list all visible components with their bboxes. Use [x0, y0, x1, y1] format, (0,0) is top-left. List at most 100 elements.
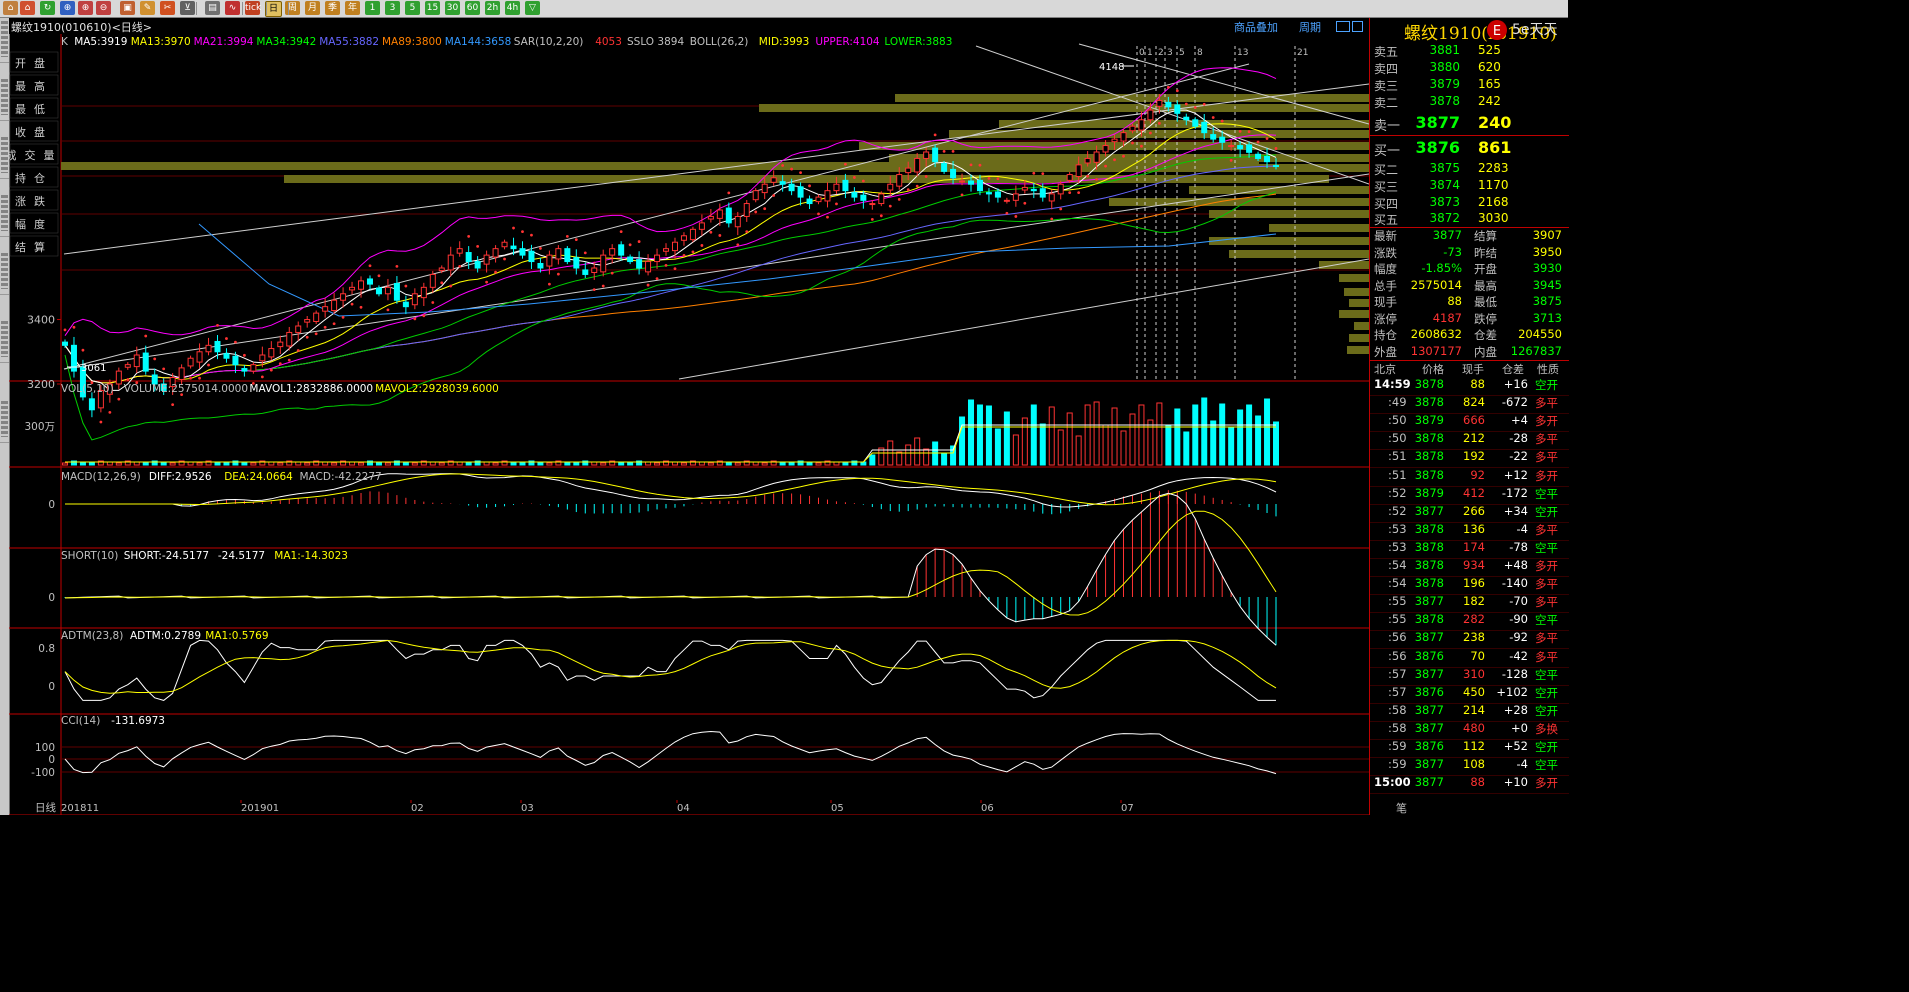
min30-icon[interactable]: 30 [445, 1, 460, 15]
candle-body[interactable] [950, 168, 957, 179]
filter-icon[interactable]: ⊻ [180, 1, 195, 15]
window-icon[interactable]: ▣ [120, 1, 135, 15]
candle-body[interactable] [555, 248, 562, 260]
candle-body[interactable] [1120, 132, 1127, 142]
left-tab-6[interactable] [0, 318, 9, 363]
volume-bar[interactable] [169, 462, 176, 466]
candle-body[interactable] [546, 254, 553, 267]
ask-row[interactable]: 卖三 3879 165 [1370, 77, 1569, 93]
year-icon[interactable]: 年 [345, 1, 360, 15]
volume-bar[interactable] [1264, 398, 1271, 466]
candle-body[interactable] [456, 248, 463, 254]
tick-row[interactable]: :59 3877 108 -4 空平 [1370, 757, 1569, 777]
candle-body[interactable] [707, 215, 714, 220]
volume-bar[interactable] [1246, 404, 1253, 466]
home-icon[interactable]: ⌂ [3, 1, 18, 15]
candle-body[interactable] [205, 344, 212, 353]
volume-bar[interactable] [761, 462, 768, 466]
volume-bar[interactable] [1093, 401, 1100, 466]
candle-body[interactable] [914, 157, 921, 173]
period-button[interactable]: 周期 [1299, 19, 1321, 35]
candle-body[interactable] [1183, 116, 1190, 121]
chart-icon[interactable]: ∿ [225, 1, 240, 15]
candle-body[interactable] [1138, 119, 1145, 131]
tick-row[interactable]: :57 3876 450 +102 空开 [1370, 685, 1569, 704]
tick-row[interactable]: :56 3876 70 -42 多平 [1370, 649, 1569, 668]
volume-bar[interactable] [573, 462, 580, 466]
volume-bar[interactable] [331, 462, 338, 466]
bid-row[interactable]: 买五 3872 3030 [1370, 211, 1569, 227]
ask-row[interactable]: 卖四 3880 620 [1370, 60, 1569, 76]
volume-bar[interactable] [1075, 435, 1082, 466]
bid-row[interactable]: 买二 3875 2283 [1370, 161, 1569, 177]
candle-body[interactable] [663, 248, 670, 252]
volume-bar[interactable] [1192, 404, 1199, 466]
candle-body[interactable] [869, 203, 876, 206]
candle-body[interactable] [976, 179, 983, 192]
candle-body[interactable] [923, 151, 930, 159]
volume-bar[interactable] [1084, 404, 1091, 466]
tool-icon[interactable]: ✂ [160, 1, 175, 15]
volume-bar[interactable] [465, 462, 472, 466]
candle-body[interactable] [214, 340, 221, 353]
candle-body[interactable] [537, 262, 544, 269]
candle-body[interactable] [573, 257, 580, 269]
volume-bar[interactable] [196, 462, 203, 466]
candle-body[interactable] [1111, 138, 1118, 143]
candle-body[interactable] [887, 183, 894, 191]
candle-body[interactable] [447, 254, 454, 271]
candle-body[interactable] [196, 351, 203, 363]
volume-bar[interactable] [1120, 430, 1127, 466]
volume-bar[interactable] [384, 462, 391, 466]
candle-body[interactable] [124, 364, 131, 368]
candle-body[interactable] [501, 241, 508, 248]
volume-bar[interactable] [1228, 426, 1235, 466]
back-icon[interactable]: ⌂ [20, 1, 35, 15]
tick-row[interactable]: :56 3877 238 -92 多平 [1370, 630, 1569, 650]
candle-body[interactable] [1228, 145, 1235, 148]
candle-body[interactable] [250, 364, 257, 372]
candle-body[interactable] [62, 341, 68, 346]
overlay-commodity-button[interactable]: 商品叠加 [1234, 19, 1278, 35]
tick-row[interactable]: :55 3877 182 -70 多平 [1370, 594, 1569, 614]
candle-body[interactable] [743, 203, 750, 217]
candle-body[interactable] [815, 196, 822, 203]
bid-row[interactable]: 买三 3874 1170 [1370, 178, 1569, 194]
candle-body[interactable] [268, 348, 275, 358]
candle-body[interactable] [384, 286, 391, 295]
candle-body[interactable] [429, 273, 436, 288]
volume-bar[interactable] [1066, 412, 1073, 466]
candle-body[interactable] [115, 370, 122, 385]
volume-bar[interactable] [976, 404, 983, 466]
tick-row[interactable]: :51 3878 92 +12 多开 [1370, 468, 1569, 487]
candle-body[interactable] [474, 261, 481, 269]
volume-bar[interactable] [1219, 403, 1226, 466]
candle-body[interactable] [896, 174, 903, 187]
tick-row[interactable]: :51 3878 192 -22 多平 [1370, 449, 1569, 469]
hour4-icon[interactable]: 4h [505, 1, 520, 15]
candle-body[interactable] [1066, 174, 1073, 181]
candle-body[interactable] [1192, 119, 1199, 127]
tick-icon[interactable]: tick [245, 1, 261, 15]
volume-bar[interactable] [734, 462, 741, 466]
multi-icon[interactable]: ▽ [525, 1, 540, 15]
candle-body[interactable] [1246, 144, 1253, 153]
tick-row[interactable]: 14:59 3878 88 +16 空开 [1370, 377, 1569, 396]
candle-body[interactable] [438, 267, 445, 272]
candle-body[interactable] [1147, 109, 1154, 121]
volume-bar[interactable] [1156, 402, 1163, 466]
candle-body[interactable] [1201, 121, 1208, 134]
candle-body[interactable] [1255, 153, 1262, 159]
candle-body[interactable] [1210, 134, 1217, 140]
volume-bar[interactable] [1210, 420, 1217, 466]
candle-body[interactable] [842, 179, 849, 192]
candle-body[interactable] [331, 299, 338, 312]
chart-area[interactable]: 开盘最高最低收盘成交量持仓涨跌幅度结算340032000 1 2 3 5 8 13 21414… [9, 34, 1369, 815]
candle-body[interactable] [1084, 157, 1091, 164]
volume-bar[interactable] [519, 462, 526, 466]
candle-body[interactable] [761, 183, 768, 194]
table-icon[interactable]: ▤ [205, 1, 220, 15]
volume-bar[interactable] [1048, 406, 1055, 466]
candle-body[interactable] [824, 190, 831, 202]
tick-row[interactable]: :50 3878 212 -28 多平 [1370, 431, 1569, 451]
